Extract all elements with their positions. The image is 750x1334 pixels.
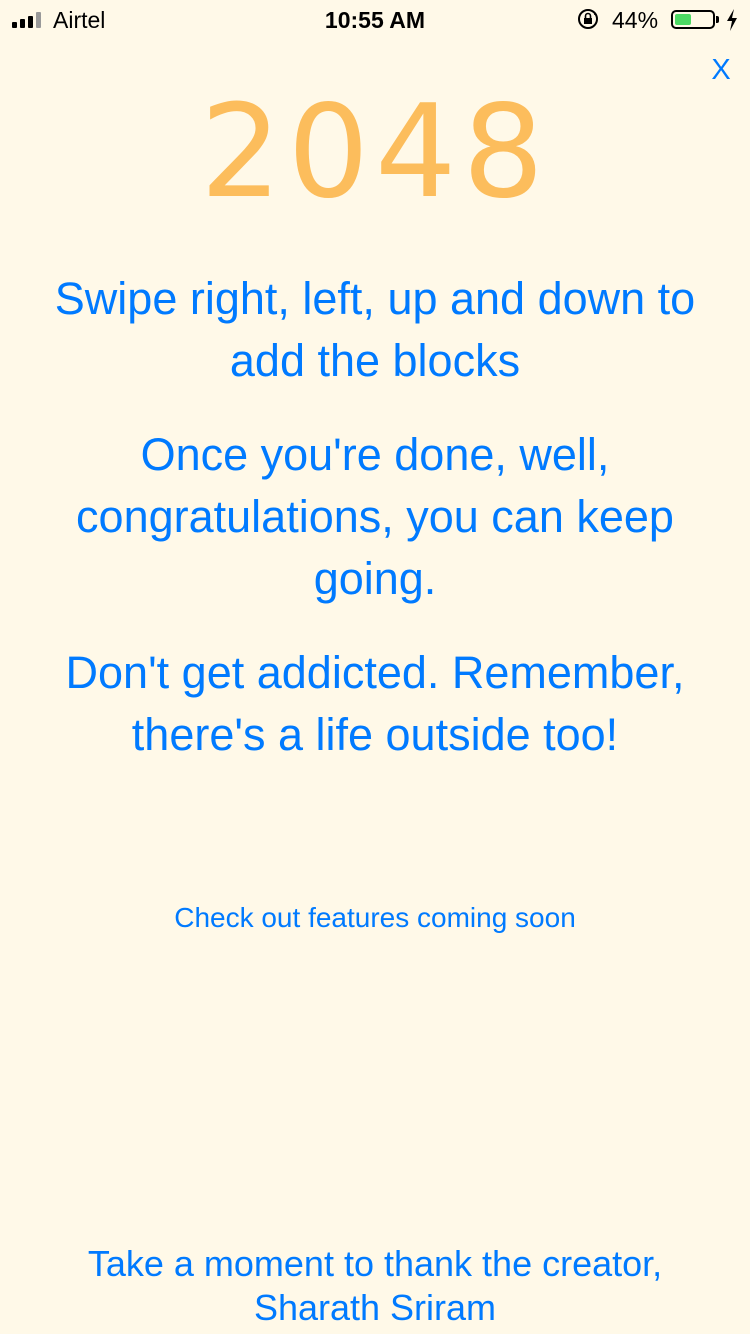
charging-bolt-icon: [727, 9, 737, 31]
thank-creator-link[interactable]: Take a moment to thank the creator, Shar…: [0, 1242, 750, 1330]
creator-name: Sharath Sriram: [253, 1287, 497, 1328]
completion-paragraph: Once you're done, well, congratulations,…: [76, 429, 674, 604]
game-logo: 2048: [200, 78, 550, 227]
status-bar: Airtel 10:55 AM 44%: [0, 0, 750, 40]
instructions-paragraph: Swipe right, left, up and down to add th…: [54, 273, 696, 386]
orientation-lock-icon: [578, 9, 598, 29]
warning-paragraph: Don't get addicted. Remember, there's a …: [65, 647, 685, 760]
battery-icon: [671, 10, 715, 29]
battery-percent: 44%: [612, 7, 659, 33]
features-coming-soon-link[interactable]: Check out features coming soon: [0, 900, 750, 936]
battery-tip: [716, 16, 719, 23]
thank-creator-text: Take a moment to thank the creator,: [87, 1243, 663, 1284]
battery-level-fill: [675, 14, 691, 25]
